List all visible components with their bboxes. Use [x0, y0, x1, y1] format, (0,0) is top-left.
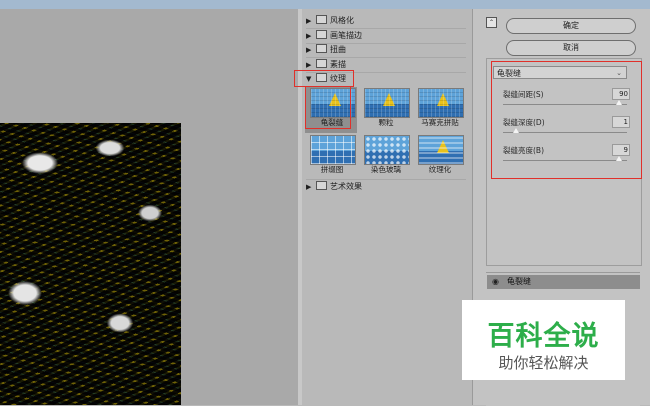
triangle-right-icon: ▶	[306, 32, 312, 40]
watermark-title: 百科全说	[487, 321, 600, 352]
category-label: 素描	[330, 60, 346, 69]
category-distort[interactable]: ▶ 扭曲	[306, 44, 346, 56]
ok-button[interactable]: 确定	[506, 18, 636, 34]
preview-image	[0, 123, 181, 405]
eye-icon[interactable]: ◉	[492, 277, 501, 286]
triangle-right-icon: ▶	[306, 17, 312, 25]
filter-thumb-texturizer[interactable]	[418, 135, 464, 165]
divider	[306, 179, 466, 180]
window-top-strip	[0, 0, 650, 9]
collapse-gallery-icon[interactable]: ⌃	[486, 17, 497, 28]
folder-icon	[316, 15, 327, 24]
effect-layer-row[interactable]: 龟裂缝	[487, 275, 640, 289]
watermark: 百科全说 助你轻松解决	[462, 300, 625, 380]
folder-icon	[316, 44, 327, 53]
folder-icon	[316, 59, 327, 68]
folder-icon	[316, 181, 327, 190]
category-label: 画笔描边	[330, 31, 362, 40]
filter-label-grain: 颗粒	[378, 118, 394, 127]
divider	[306, 57, 466, 58]
category-label: 风格化	[330, 16, 354, 25]
category-artistic[interactable]: ▶ 艺术效果	[306, 181, 362, 193]
category-stylize[interactable]: ▶ 风格化	[306, 15, 354, 27]
category-label: 艺术效果	[330, 182, 362, 191]
layer-name: 龟裂缝	[507, 277, 531, 286]
filter-label-mosaic-tiles: 马赛克拼贴	[421, 118, 459, 127]
folder-icon	[316, 30, 327, 39]
category-label: 扭曲	[330, 45, 346, 54]
triangle-right-icon: ▶	[306, 183, 312, 191]
filter-thumb-grain[interactable]	[364, 88, 410, 118]
filter-label-patchwork: 拼缀图	[320, 165, 344, 174]
cancel-button[interactable]: 取消	[506, 40, 636, 56]
filter-label-stained-glass: 染色玻璃	[371, 165, 401, 174]
triangle-right-icon: ▶	[306, 46, 312, 54]
watermark-subtitle: 助你轻松解决	[498, 354, 589, 372]
settings-highlight-box	[491, 61, 642, 179]
texture-highlight-box	[294, 70, 354, 87]
divider	[306, 28, 466, 29]
filter-thumb-patchwork[interactable]	[310, 135, 356, 165]
selected-filter-highlight-box	[305, 86, 351, 129]
category-brush-strokes[interactable]: ▶ 画笔描边	[306, 30, 362, 42]
filter-thumb-stained-glass[interactable]	[364, 135, 410, 165]
filter-label-texturizer: 纹理化	[428, 165, 452, 174]
filter-thumb-mosaic-tiles[interactable]	[418, 88, 464, 118]
